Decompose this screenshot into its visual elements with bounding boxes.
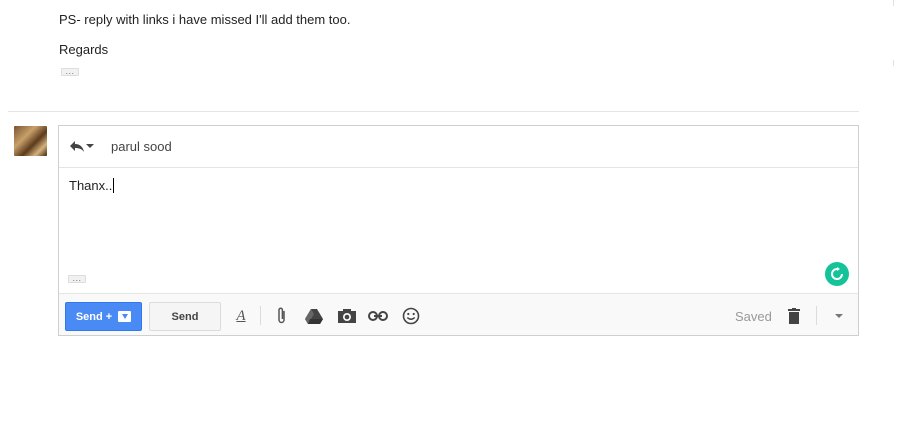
send-and-archive-label: Send + [75, 310, 113, 323]
divider [260, 306, 261, 325]
compose-header: parul sood [59, 126, 858, 168]
divider [816, 306, 817, 325]
reply-compose-box: parul sood Thanx.. ... Send + Send A Sav… [58, 125, 859, 336]
format-text-icon[interactable]: A [231, 306, 251, 326]
show-trimmed-content-button[interactable]: ... [61, 67, 79, 76]
link-icon[interactable] [368, 306, 388, 326]
compose-body[interactable]: Thanx.. [69, 178, 115, 193]
attachment-icon[interactable] [272, 306, 292, 326]
trash-icon[interactable] [784, 306, 804, 326]
chevron-down-icon[interactable] [86, 144, 94, 148]
reply-icon[interactable] [69, 139, 85, 153]
message-separator [8, 111, 859, 112]
archive-icon [118, 311, 132, 322]
refresh-icon[interactable] [825, 262, 849, 286]
camera-icon[interactable] [337, 306, 357, 326]
send-button[interactable]: Send [149, 302, 221, 331]
text-cursor [113, 178, 115, 193]
compose-body-text: Thanx.. [69, 178, 113, 193]
quoted-ps-line: PS- reply with links i have missed I'll … [59, 12, 351, 27]
divider [893, 60, 894, 66]
quoted-closing: Regards [59, 42, 109, 57]
divider [893, 0, 894, 6]
draft-status: Saved [735, 309, 772, 324]
emoji-icon[interactable] [401, 306, 421, 326]
compose-toolbar: Send + Send A Saved [59, 293, 858, 335]
google-drive-icon[interactable] [304, 306, 324, 326]
avatar [14, 126, 47, 156]
show-trimmed-content-button[interactable]: ... [68, 274, 86, 283]
send-and-archive-button[interactable]: Send + [65, 302, 142, 331]
recipient-name[interactable]: parul sood [111, 139, 172, 154]
chevron-down-icon[interactable] [835, 314, 843, 318]
